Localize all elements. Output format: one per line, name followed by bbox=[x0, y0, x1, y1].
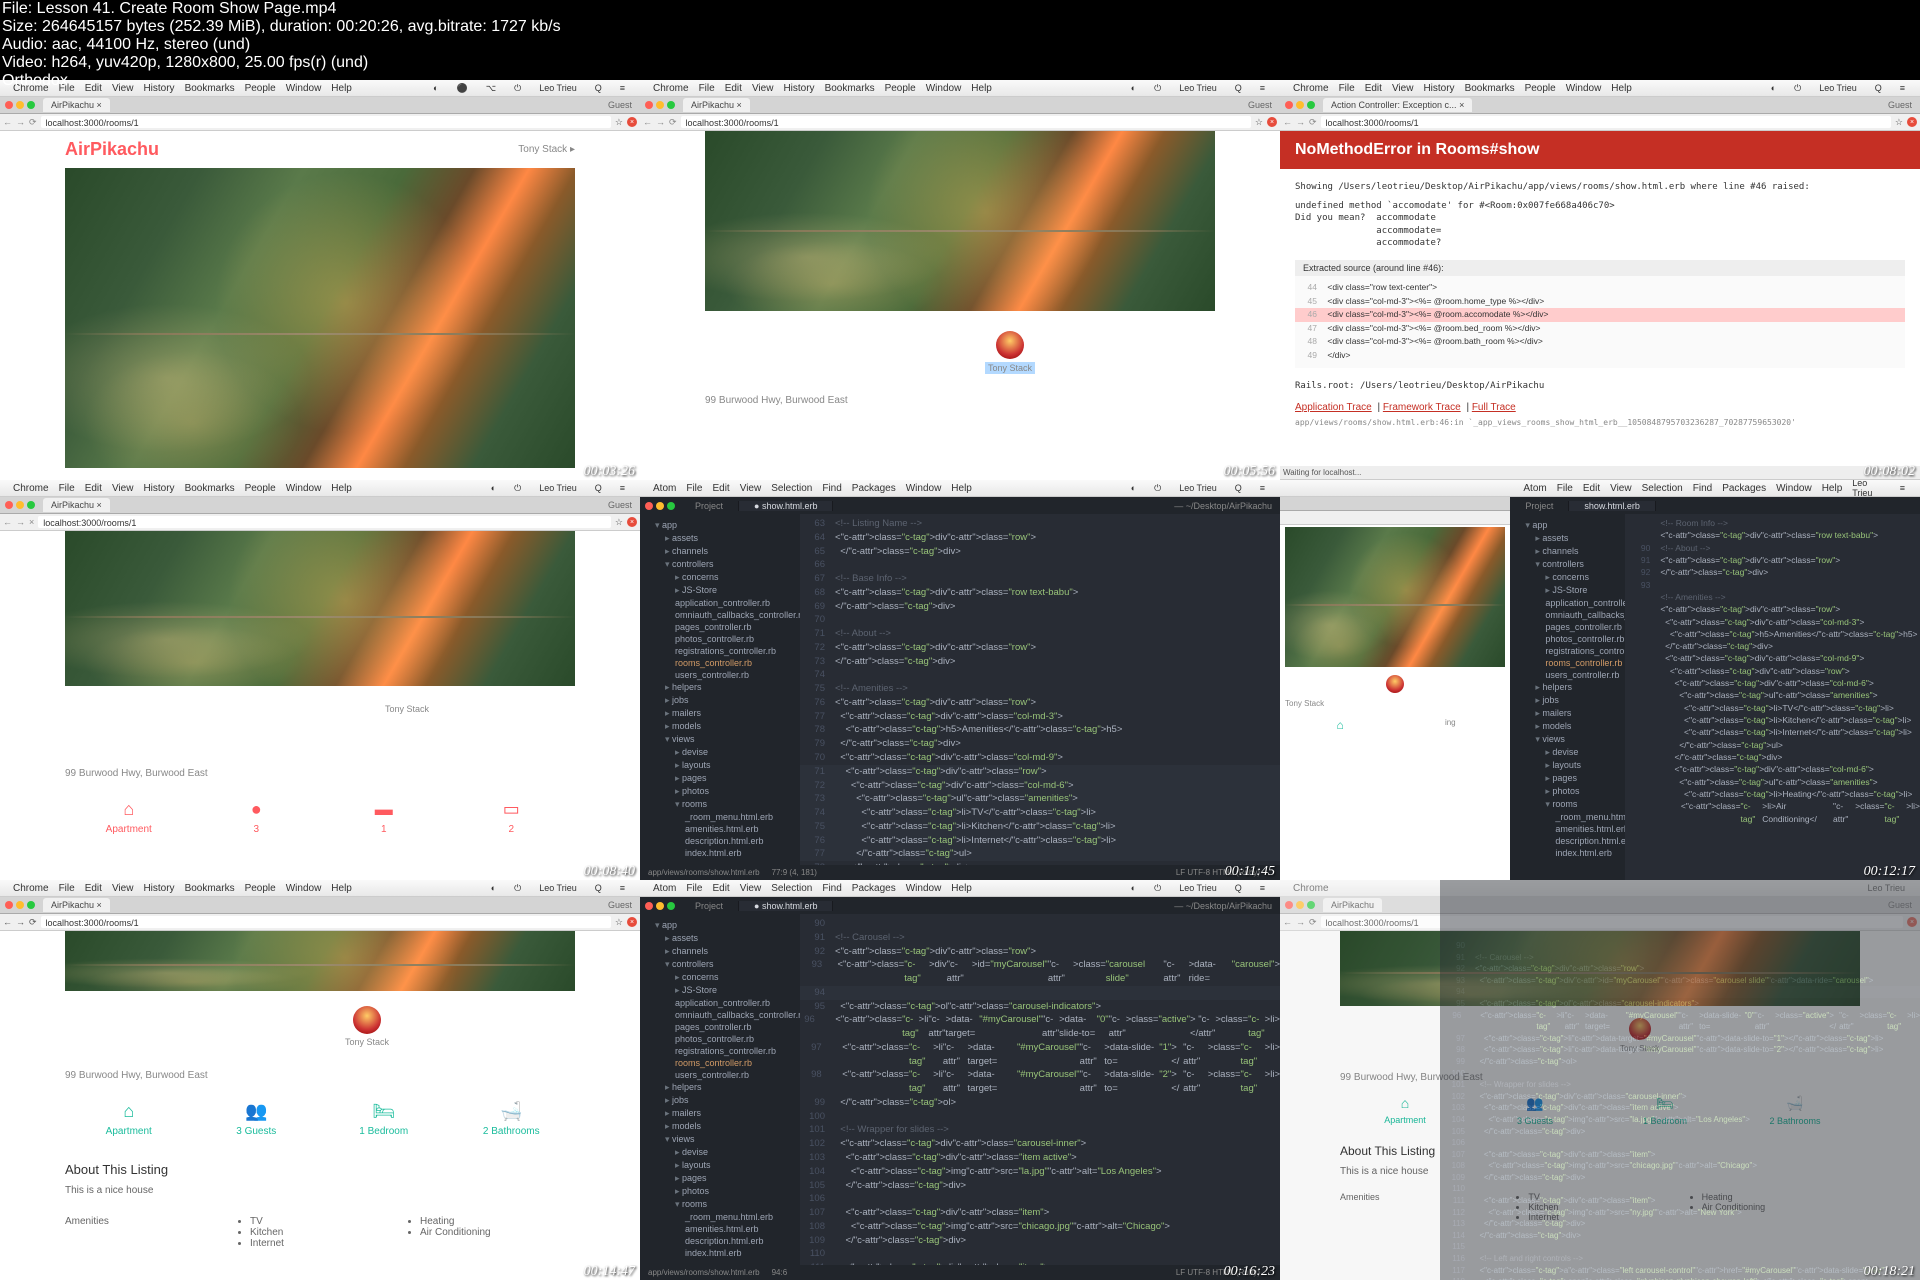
url-bar[interactable]: ←→⟳localhost:3000/rooms/1☆× bbox=[0, 114, 640, 131]
hero-image bbox=[65, 168, 575, 468]
brand-logo[interactable]: AirPikachu bbox=[65, 139, 159, 160]
listing-title: Beautiful place in Melbourne bbox=[705, 331, 955, 389]
error-source: 44 <div class="row text-center">45 <div … bbox=[1295, 276, 1905, 368]
trace-links[interactable]: Application Trace | Framework Trace | Fu… bbox=[1295, 402, 1905, 413]
thumb-4: ChromeFileEditViewHistoryBookmarksPeople… bbox=[0, 480, 640, 880]
host-name[interactable]: Tony Stack bbox=[985, 362, 1035, 374]
host-avatar[interactable] bbox=[996, 331, 1024, 359]
thumb-1: ChromeFileEditViewHistoryBookmarksPeople… bbox=[0, 80, 640, 480]
thumb-2: ChromeFileEditViewHistoryBookmarksPeople… bbox=[640, 80, 1280, 480]
browser-tab[interactable]: AirPikachu × bbox=[43, 98, 110, 112]
thumb-5: AtomFileEditViewSelectionFindPackagesWin… bbox=[640, 480, 1280, 880]
home-icon: ⌂ bbox=[65, 799, 193, 820]
bath-icon: ▭ bbox=[448, 799, 576, 820]
ffprobe-overlay: File: Lesson 41. Create Room Show Page.m… bbox=[2, 0, 561, 90]
room-stats: ⌂Apartment ●3 ▬1 ▭2 bbox=[65, 799, 575, 835]
thumb-7: ChromeFileEditViewHistoryBookmarksPeople… bbox=[0, 880, 640, 1280]
file-tree[interactable]: appassetschannelscontrollersconcernsJS-S… bbox=[640, 514, 800, 865]
thumb-9: ChromeLeo Trieu AirPikachuGuest ←→⟳local… bbox=[1280, 880, 1920, 1280]
user-icon: ● bbox=[193, 799, 321, 820]
thumb-3: ChromeFileEditViewHistoryBookmarksPeople… bbox=[1280, 80, 1920, 480]
thumbnail-grid: ChromeFileEditViewHistoryBookmarksPeople… bbox=[0, 80, 1920, 1280]
thumb-6: Tony Stack ⌂ing AtomFileEditViewSelectio… bbox=[1280, 480, 1920, 880]
code-editor[interactable]: 63<!-- Listing Name -->64<"c-attr">class… bbox=[800, 514, 1280, 865]
thumb-8: AtomFileEditViewSelectionFindPackagesWin… bbox=[640, 880, 1280, 1280]
bed-icon: ▬ bbox=[320, 799, 448, 820]
rails-error-title: NoMethodError in Rooms#show bbox=[1280, 131, 1920, 169]
room-stats-teal: ⌂Apartment 👥3 Guests 🛏1 Bedroom 🛁2 Bathr… bbox=[65, 1101, 575, 1137]
